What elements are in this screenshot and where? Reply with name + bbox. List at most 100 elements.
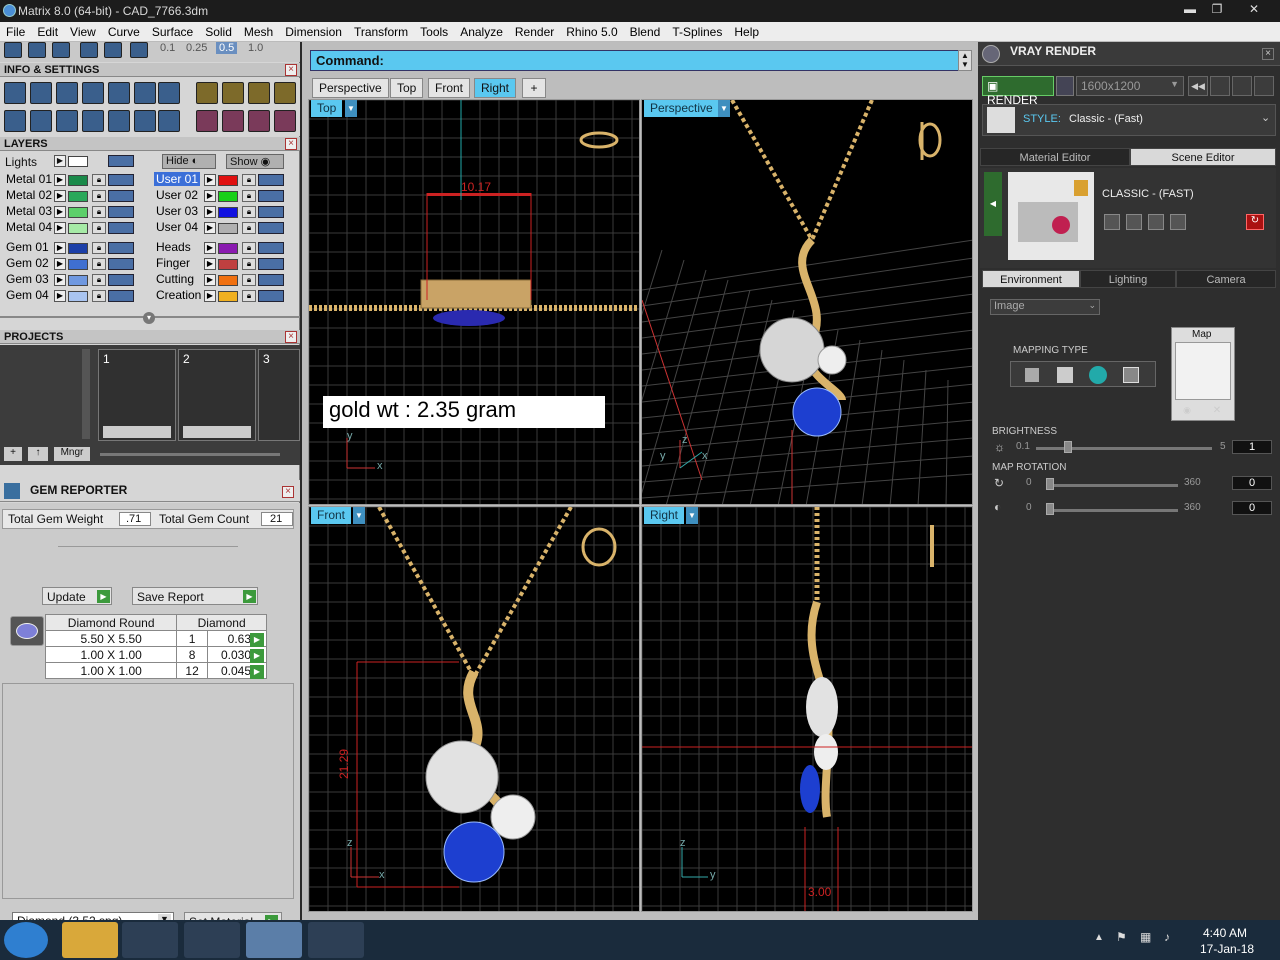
environment-type-select[interactable]: Image ⌄ (990, 299, 1100, 315)
tab-top[interactable]: Top (390, 78, 424, 98)
tab-camera[interactable]: Camera (1176, 270, 1276, 288)
scale-value[interactable]: 1.0 (248, 42, 263, 54)
import-icon[interactable] (1148, 214, 1164, 230)
scale-value-selected[interactable]: 0.5 (216, 42, 238, 54)
chevron-down-icon[interactable]: ▼ (686, 507, 698, 524)
layer-row[interactable]: Gem 04 ▶ 🔒︎ (4, 288, 144, 304)
menu-tsplines[interactable]: T-Splines (666, 22, 728, 39)
layer-row[interactable]: Metal 03 ▶ 🔒︎ (4, 204, 144, 220)
tab-perspective[interactable]: Perspective (312, 78, 389, 98)
layer-row[interactable]: Metal 02 ▶ 🔒︎ (4, 188, 144, 204)
expand-icon[interactable]: ▶ (204, 242, 216, 254)
cube-icon[interactable] (56, 110, 78, 132)
layer-row[interactable]: User 01 ▶ 🔒︎ (154, 172, 294, 188)
layer-color-swatch[interactable] (218, 291, 238, 302)
cube-icon[interactable] (158, 82, 180, 104)
map-clear-icon[interactable]: ✕ (1210, 405, 1224, 417)
lock-icon[interactable]: 🔒︎ (242, 274, 256, 286)
grid-icon[interactable] (1254, 76, 1274, 96)
viewport-label-top[interactable]: Top (311, 100, 343, 117)
chevron-down-icon[interactable]: ▼ (353, 507, 365, 524)
explorer-icon[interactable] (62, 922, 118, 958)
chevron-down-icon[interactable]: ▼ (345, 100, 357, 117)
table-row[interactable]: 1.00 X 1.00 12 0.045tw (44, 662, 268, 679)
snap-icon[interactable] (248, 110, 270, 132)
projects-slider[interactable] (100, 453, 280, 456)
tab-scene-editor[interactable]: Scene Editor (1130, 148, 1276, 166)
lock-icon[interactable]: 🔒︎ (242, 174, 256, 186)
expand-icon[interactable]: ▶ (54, 190, 66, 202)
cube-map-icon[interactable] (1057, 367, 1073, 383)
scale-value[interactable]: 0.25 (186, 42, 207, 54)
layer-icon[interactable] (56, 82, 78, 104)
layer-row[interactable]: Finger ▶ 🔒︎ (154, 256, 294, 272)
collapse-icon[interactable]: ▾ (143, 312, 155, 324)
start-button[interactable] (4, 922, 48, 958)
layer-row[interactable]: Gem 02 ▶ 🔒︎ (4, 256, 144, 272)
table-row[interactable]: 1.00 X 1.00 8 0.030tw (44, 646, 268, 663)
layer-color-swatch[interactable] (68, 291, 88, 302)
filter-icon[interactable] (108, 110, 130, 132)
map-browse-icon[interactable]: ◉ (1180, 405, 1194, 417)
layer-row[interactable]: User 02 ▶ 🔒︎ (154, 188, 294, 204)
spherical-map-icon[interactable] (1123, 367, 1139, 383)
viewport-front[interactable]: 21.29 z x Front ▼ (308, 506, 640, 912)
layer-color-swatch[interactable] (218, 191, 238, 202)
file-icon[interactable] (108, 82, 130, 104)
tab-lighting[interactable]: Lighting (1080, 270, 1176, 288)
grid-icon[interactable] (4, 110, 26, 132)
lock-icon[interactable]: 🔒︎ (92, 190, 106, 202)
tool-icon[interactable] (52, 42, 70, 58)
save-report-button[interactable]: Save Report ▶ (132, 587, 258, 605)
layer-visibility-toggle[interactable] (258, 190, 284, 202)
project-slot[interactable]: 2 (178, 349, 256, 441)
layer-visibility-toggle[interactable] (108, 242, 134, 254)
internet-explorer-icon[interactable] (184, 922, 240, 958)
lock-icon[interactable]: 🔒︎ (92, 290, 106, 302)
brightness-knob[interactable] (1064, 441, 1072, 453)
menu-rhino[interactable]: Rhino 5.0 (560, 22, 623, 39)
slot-controls[interactable] (103, 426, 171, 438)
layer-visibility-toggle[interactable] (258, 290, 284, 302)
layer-color-swatch[interactable] (68, 191, 88, 202)
menu-mesh[interactable]: Mesh (238, 22, 279, 39)
command-line[interactable]: Command: (310, 50, 960, 71)
close-icon[interactable]: × (285, 64, 297, 76)
layer-visibility-toggle[interactable] (258, 274, 284, 286)
close-icon[interactable]: × (285, 331, 297, 343)
table-row[interactable]: 5.50 X 5.50 1 0.63tw (44, 630, 268, 647)
expand-icon[interactable]: ▶ (54, 274, 66, 286)
list-icon[interactable] (158, 110, 180, 132)
layer-visibility-toggle[interactable] (258, 206, 284, 218)
snap-icon[interactable] (274, 82, 296, 104)
expand-icon[interactable]: ▶ (54, 174, 66, 186)
tray-expand-icon[interactable]: ▲ (1094, 932, 1104, 943)
expand-icon[interactable]: ▶ (204, 258, 216, 270)
expand-icon[interactable]: ▶ (204, 290, 216, 302)
viewport-label-right[interactable]: Right (644, 507, 685, 524)
menu-tools[interactable]: Tools (414, 22, 454, 39)
menu-dimension[interactable]: Dimension (279, 22, 348, 39)
add-project-button[interactable]: + (4, 447, 22, 461)
export-icon[interactable] (1170, 214, 1186, 230)
viewport-perspective[interactable]: z y x Perspective ▼ (641, 99, 973, 505)
tab-environment[interactable]: Environment (982, 270, 1080, 288)
scale-value[interactable]: 0.1 (160, 42, 175, 54)
edit-icon[interactable] (134, 82, 156, 104)
close-icon[interactable]: × (285, 138, 297, 150)
matrix-app-icon[interactable] (246, 922, 302, 958)
expand-icon[interactable]: ▶ (54, 155, 66, 167)
render-button[interactable]: ▣ RENDER (982, 76, 1054, 107)
lights-toggle[interactable] (108, 155, 134, 167)
plane-map-icon[interactable] (1025, 368, 1039, 382)
menu-surface[interactable]: Surface (146, 22, 199, 39)
row-play-icon[interactable]: ▶ (250, 665, 264, 679)
snap-icon[interactable] (248, 82, 270, 104)
clock-time[interactable]: 4:40 AM (1203, 926, 1247, 940)
expand-icon[interactable]: ▶ (54, 242, 66, 254)
expand-icon[interactable]: ▶ (204, 206, 216, 218)
expand-icon[interactable]: ▶ (54, 258, 66, 270)
layer-row[interactable]: Metal 04 ▶ 🔒︎ (4, 220, 144, 236)
up-button[interactable]: ↑ (28, 447, 48, 461)
lock-icon[interactable]: 🔒︎ (92, 258, 106, 270)
